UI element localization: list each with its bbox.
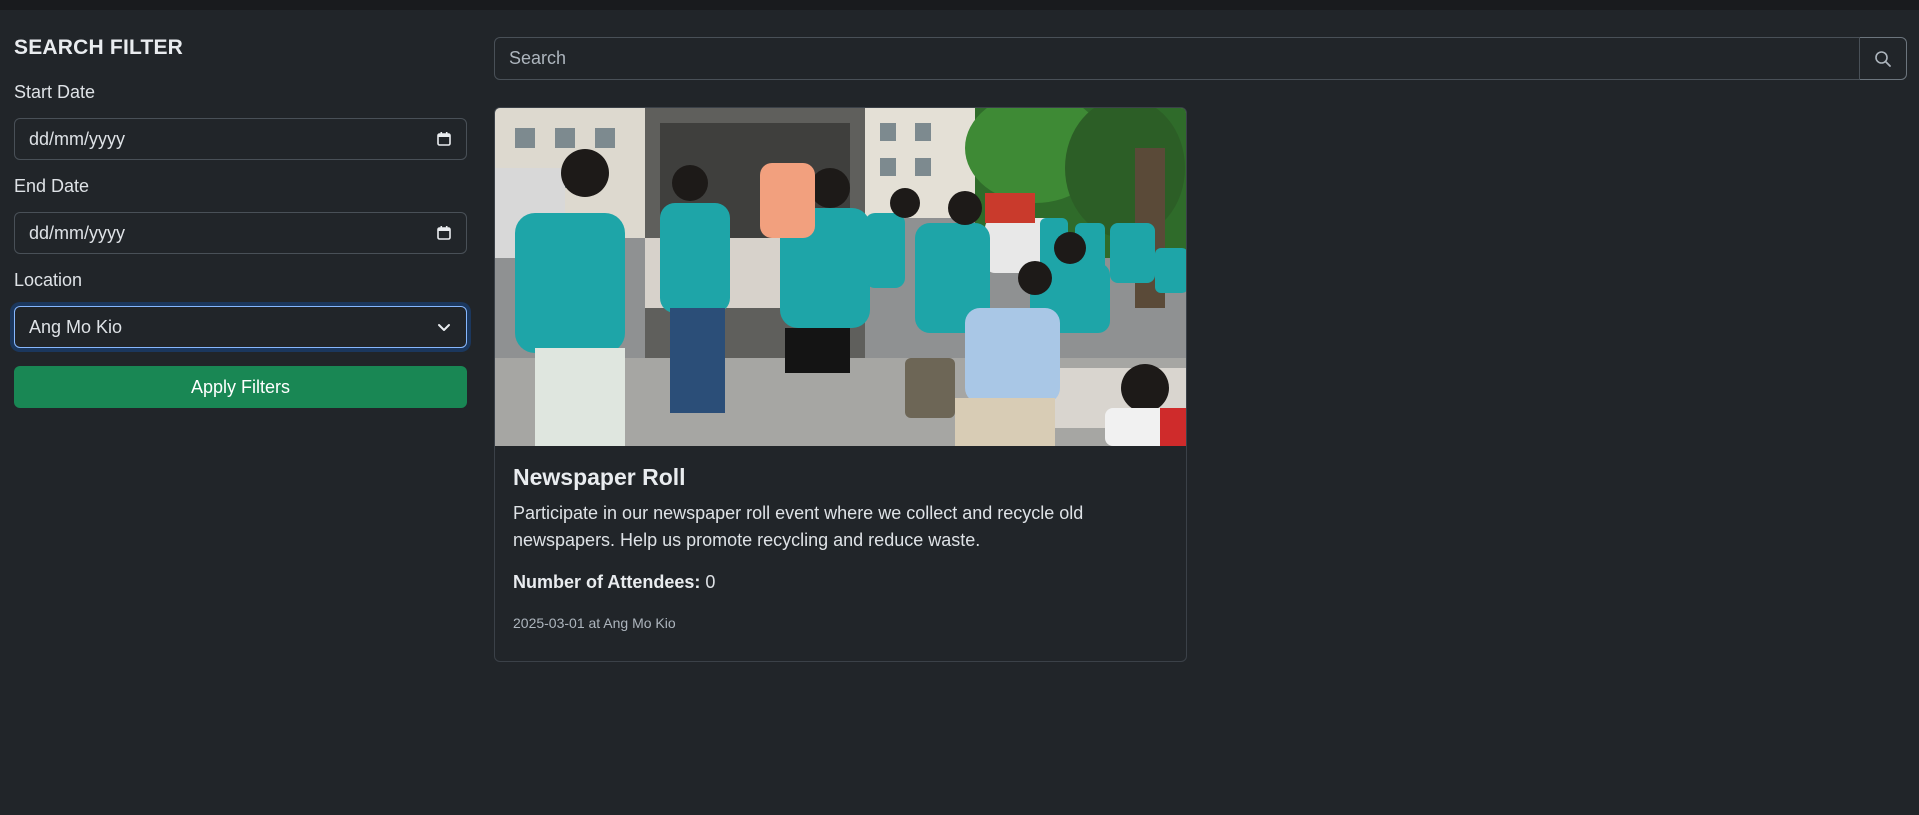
top-bar (0, 0, 1919, 10)
location-label: Location (14, 270, 83, 290)
attendees-count: 0 (705, 572, 716, 592)
end-date-input[interactable]: dd/mm/yyyy (14, 212, 467, 254)
event-photo (495, 108, 1186, 446)
event-date-location: 2025-03-01 at Ang Mo Kio (513, 615, 676, 631)
calendar-icon[interactable] (436, 225, 452, 241)
event-card[interactable]: Newspaper Roll Participate in our newspa… (494, 107, 1187, 662)
search-filter-sidebar: SEARCH FILTER Start Date dd/mm/yyyy End … (14, 36, 467, 408)
location-select[interactable]: Ang Mo Kio (14, 306, 467, 348)
attendees-label: Number of Attendees: (513, 572, 701, 592)
event-attendees: Number of Attendees: 0 (513, 572, 1168, 593)
event-title: Newspaper Roll (513, 464, 686, 490)
event-card-body: Newspaper Roll Participate in our newspa… (495, 446, 1186, 631)
location-selected-value: Ang Mo Kio (29, 316, 123, 337)
search-button[interactable] (1860, 37, 1907, 80)
event-description: Participate in our newspaper roll event … (513, 503, 1084, 550)
search-placeholder: Search (509, 48, 567, 68)
start-date-label: Start Date (14, 82, 96, 102)
end-date-value: dd/mm/yyyy (29, 222, 126, 243)
search-input[interactable]: Search (494, 37, 1860, 80)
chevron-down-icon (436, 319, 452, 335)
search-icon (1874, 50, 1892, 68)
end-date-label: End Date (14, 176, 90, 196)
apply-filters-button[interactable]: Apply Filters (14, 366, 467, 408)
calendar-icon[interactable] (436, 131, 452, 147)
sidebar-title: SEARCH FILTER (14, 36, 184, 59)
search-bar: Search (494, 37, 1907, 80)
start-date-input[interactable]: dd/mm/yyyy (14, 118, 467, 160)
start-date-value: dd/mm/yyyy (29, 128, 126, 149)
